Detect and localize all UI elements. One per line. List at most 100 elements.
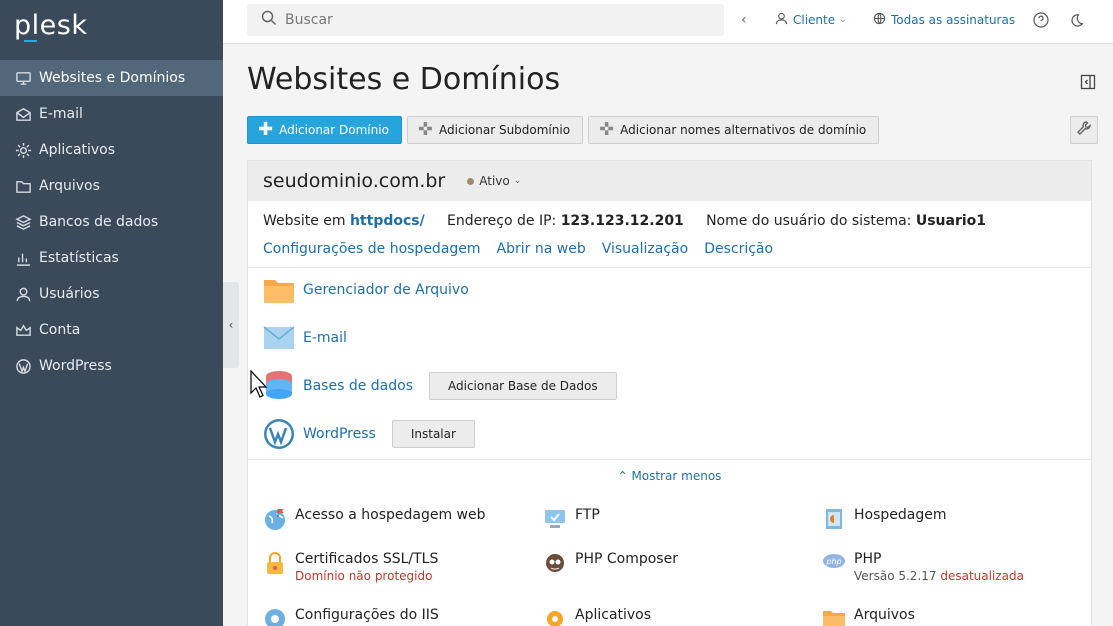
tools-button[interactable] xyxy=(1070,116,1098,144)
ssl-item[interactable]: Certificados SSL/TLS Domínio não protegi… xyxy=(263,551,438,583)
server-icon xyxy=(822,507,846,531)
open-in-web-link[interactable]: Abrir na web xyxy=(497,241,586,257)
gear-icon xyxy=(14,141,32,159)
subscriptions-menu[interactable]: Todas as assinaturas xyxy=(873,0,1015,40)
domain-info-line: Website em httpdocs/ Endereço de IP: 123… xyxy=(263,213,986,229)
ftp-label: FTP xyxy=(575,507,600,523)
databases-row: Bases de dados Adicionar Base de Dados xyxy=(263,370,617,402)
sidebar-item-account[interactable]: Conta xyxy=(0,312,223,348)
search-box[interactable] xyxy=(247,4,724,36)
help-icon[interactable] xyxy=(1033,0,1049,40)
wordpress-link[interactable]: WordPress xyxy=(303,426,376,442)
chevron-down-icon: ⌄ xyxy=(839,15,847,25)
toolbar: ✚ Adicionar Domínio ✜ Adicionar Subdomín… xyxy=(247,116,880,144)
hosting-item[interactable]: Hospedagem xyxy=(822,507,947,531)
composer-label: PHP Composer xyxy=(575,551,678,567)
monitor-icon xyxy=(14,69,32,87)
main-content: Websites e Domínios ✚ Adicionar Domínio … xyxy=(247,44,1098,626)
globe-icon xyxy=(873,12,886,28)
plus-icon: ✚ xyxy=(258,119,274,140)
sidebar-item-users[interactable]: Usuários xyxy=(0,276,223,312)
moon-icon[interactable] xyxy=(1069,0,1084,40)
email-link[interactable]: E-mail xyxy=(303,330,347,346)
domain-card-header: seudominio.com.br Ativo ⌄ xyxy=(248,161,1091,201)
php-icon: php xyxy=(822,551,846,575)
sidebar-collapse-handle[interactable]: ‹ xyxy=(223,282,239,368)
php-version: Versão 5.2.17 xyxy=(854,569,937,583)
add-database-button[interactable]: Adicionar Base de Dados xyxy=(429,372,617,400)
sidebar-item-label: Websites e Domínios xyxy=(39,70,186,86)
iis-item[interactable]: Configurações do IIS xyxy=(263,607,439,626)
user-icon xyxy=(14,285,32,303)
domain-card: seudominio.com.br Ativo ⌄ Website em htt… xyxy=(247,160,1092,626)
add-domain-label: Adicionar Domínio xyxy=(279,123,389,137)
crown-icon xyxy=(14,321,32,339)
sidebar-item-label: E-mail xyxy=(39,106,83,122)
composer-item[interactable]: PHP Composer xyxy=(543,551,678,575)
client-menu[interactable]: Cliente ⌄ xyxy=(775,0,847,40)
wordpress-row: WordPress Instalar xyxy=(263,418,475,450)
apps-item[interactable]: Aplicativos xyxy=(543,607,651,626)
add-subdomain-button[interactable]: ✜ Adicionar Subdomínio xyxy=(406,116,584,144)
ssl-warning: Domínio não protegido xyxy=(295,569,433,583)
sidebar-item-apps[interactable]: Aplicativos xyxy=(0,132,223,168)
hosting-settings-link[interactable]: Configurações de hospedagem xyxy=(263,241,481,257)
ftp-item[interactable]: FTP xyxy=(543,507,600,531)
show-less-toggle[interactable]: ⌃ Mostrar menos xyxy=(248,469,1091,483)
sidebar-item-websites[interactable]: Websites e Domínios xyxy=(0,60,223,96)
chevron-left-icon: ‹ xyxy=(228,318,234,332)
iis-label: Configurações do IIS xyxy=(295,607,439,623)
database-icon xyxy=(14,213,32,231)
add-alias-button[interactable]: ✜ Adicionar nomes alternativos de domíni… xyxy=(588,116,880,144)
website-path-link[interactable]: httpdocs/ xyxy=(350,213,425,229)
email-row: E-mail xyxy=(263,322,347,354)
hosting-label: Hospedagem xyxy=(854,507,947,523)
domain-name[interactable]: seudominio.com.br xyxy=(263,170,445,192)
files-item[interactable]: Arquivos xyxy=(822,607,915,626)
monitor-check-icon xyxy=(543,507,567,531)
add-alias-label: Adicionar nomes alternativos de domínio xyxy=(620,123,867,137)
sidebar-item-statistics[interactable]: Estatísticas xyxy=(0,240,223,276)
description-link[interactable]: Descrição xyxy=(704,241,773,257)
mail-icon xyxy=(14,105,32,123)
databases-link[interactable]: Bases de dados xyxy=(303,378,413,394)
chevron-up-icon: ⌃ xyxy=(617,469,628,483)
ssl-label: Certificados SSL/TLS xyxy=(295,551,439,567)
chevron-down-icon: ⌄ xyxy=(513,176,522,186)
add-subdomain-label: Adicionar Subdomínio xyxy=(439,123,571,137)
subscriptions-label: Todas as assinaturas xyxy=(891,13,1016,27)
sidebar-nav: Websites e Domínios E-mail Aplicativos A… xyxy=(0,60,223,384)
sidebar-item-label: Bancos de dados xyxy=(39,214,159,230)
wordpress-icon xyxy=(14,357,32,375)
sidebar-item-files[interactable]: Arquivos xyxy=(0,168,223,204)
lock-icon xyxy=(263,551,287,575)
file-manager-link[interactable]: Gerenciador de Arquivo xyxy=(303,282,469,298)
chevron-left-icon[interactable]: ‹ xyxy=(741,0,747,40)
chart-icon xyxy=(14,249,32,267)
folder-icon xyxy=(14,177,32,195)
sidebar-item-wordpress[interactable]: WordPress xyxy=(0,348,223,384)
divider xyxy=(248,459,1091,460)
divider xyxy=(248,267,1091,268)
sidebar-item-email[interactable]: E-mail xyxy=(0,96,223,132)
file-manager-row: Gerenciador de Arquivo xyxy=(263,274,469,306)
wrench-icon xyxy=(1076,120,1092,140)
composer-icon xyxy=(543,551,567,575)
status-dropdown[interactable]: Ativo ⌄ xyxy=(467,174,521,188)
ip-value: 123.123.12.201 xyxy=(560,213,684,229)
plesk-logo[interactable]: plesk xyxy=(14,10,87,41)
mouse-pointer-icon xyxy=(250,370,268,398)
preview-link[interactable]: Visualização xyxy=(602,241,688,257)
client-label: Cliente xyxy=(793,13,836,27)
install-button[interactable]: Instalar xyxy=(391,420,475,448)
plus-icon: ✜ xyxy=(599,119,615,140)
php-item[interactable]: php PHP Versão 5.2.17 desatualizada xyxy=(822,551,1024,583)
add-domain-button[interactable]: ✚ Adicionar Domínio xyxy=(247,116,402,144)
sidebar-item-databases[interactable]: Bancos de dados xyxy=(0,204,223,240)
page-title: Websites e Domínios xyxy=(247,62,561,97)
files-label: Arquivos xyxy=(854,607,915,623)
panel-toggle-icon[interactable] xyxy=(1080,74,1098,92)
search-input[interactable] xyxy=(285,12,705,28)
php-label: PHP xyxy=(854,551,882,567)
web-access-item[interactable]: Acesso a hospedagem web xyxy=(263,507,486,531)
